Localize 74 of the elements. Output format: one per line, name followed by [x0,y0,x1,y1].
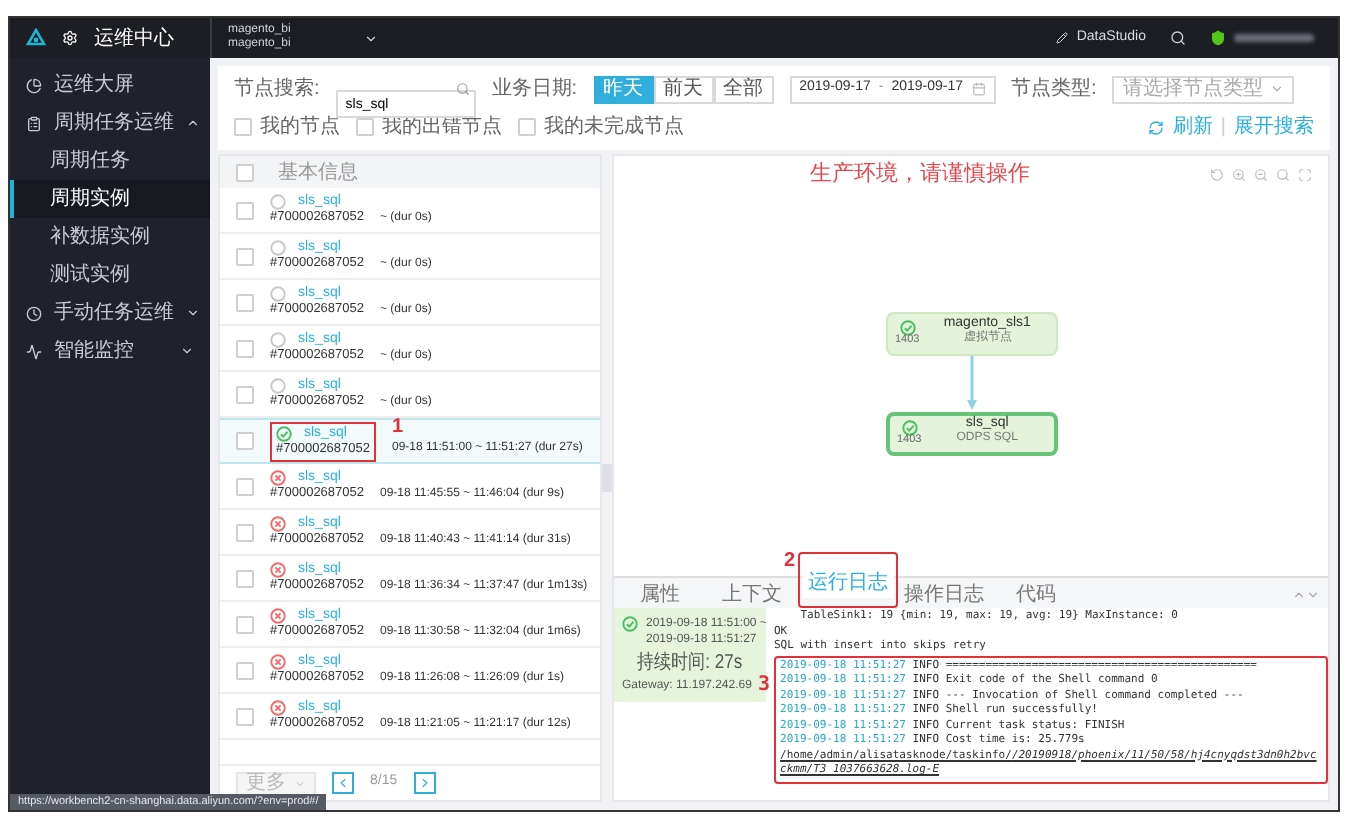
annotation-number: 2 [784,550,796,572]
date-option[interactable]: 全部 [713,75,774,103]
annotation-number: 3 [758,673,771,695]
sidebar-item[interactable]: 运维大屏 [10,66,210,104]
tab[interactable]: 属性 [614,582,706,608]
pencil-icon [1056,32,1069,44]
sidebar-subitem[interactable]: 补数据实例 [10,218,210,256]
tab[interactable]: 代码 [990,582,1082,608]
checkbox[interactable] [236,707,254,725]
checkbox[interactable] [236,615,254,633]
clipboard-icon [26,115,42,131]
chevron-down-icon[interactable] [1306,588,1320,602]
logo-icon [26,28,46,48]
checkbox[interactable] [236,293,254,311]
chevron-right-icon [417,776,432,790]
chevron-up-icon[interactable] [1292,588,1306,602]
clock-icon [26,305,42,321]
annotation-number: 1 [392,418,404,438]
checkbox[interactable] [236,432,254,450]
checkbox[interactable] [236,569,254,587]
sidebar-subitem[interactable]: 周期任务 [10,142,210,180]
previous-page-button[interactable] [332,772,354,794]
search-icon[interactable] [1170,30,1186,46]
tab[interactable]: 上下文 [706,582,798,608]
checkbox[interactable] [356,118,374,136]
date-option[interactable]: 前天 [653,75,714,103]
search-icon [455,82,470,96]
duration-text: 持续时间: 27s [635,652,738,674]
checkbox[interactable] [236,163,254,181]
chevron-down-icon [1270,82,1285,96]
field-label: 业务日期: [491,75,578,104]
chevron-down-icon [364,31,378,45]
reset-icon[interactable] [1210,167,1224,181]
field-label: 节点类型: [1011,75,1097,104]
splitter-handle[interactable] [602,464,612,492]
app-title: 运维中心 [94,25,174,53]
pie-chart-icon [26,77,42,93]
zoom-out-icon[interactable] [1254,167,1268,181]
checkbox[interactable] [236,201,254,219]
chevron-down-icon [294,777,306,789]
checkbox[interactable] [236,385,254,403]
warning-text: 生产环境，请谨慎操作 [808,159,1032,190]
shield-icon [1210,30,1226,46]
redacted-text [1234,34,1314,42]
checkbox[interactable] [236,247,254,265]
calendar-icon [971,82,986,96]
sidebar-subitem[interactable]: 测试实例 [10,256,210,294]
activity-icon [26,343,42,359]
chevron-down-icon [186,306,200,320]
sidebar-item[interactable]: 智能监控 [10,332,210,370]
fullscreen-icon[interactable] [1298,167,1312,181]
sidebar-subitem[interactable]: 周期实例 [10,180,210,218]
checkbox-label: 我的节点 [260,113,340,142]
field-label: 节点搜索: [234,75,320,104]
link-separator: | [1220,114,1226,142]
chevron-down-icon [180,344,194,358]
refresh-icon [1148,119,1165,135]
checkbox[interactable] [236,661,254,679]
next-page-button[interactable] [413,772,436,794]
settings-icon [62,30,78,46]
checkbox[interactable] [236,523,254,541]
chevron-up-icon [186,116,200,130]
checkbox-label: 我的未完成节点 [544,113,684,142]
checkbox[interactable] [236,477,254,495]
chevron-left-icon [336,776,350,790]
sidebar-item[interactable]: 手动任务运维 [10,294,210,332]
sidebar-item[interactable]: 周期任务运维 [10,104,210,142]
checkbox[interactable] [518,118,536,136]
column-header: 基本信息 [278,159,358,187]
checkbox[interactable] [234,118,252,136]
zoom-in-icon[interactable] [1232,167,1246,181]
edge-arrow [965,356,977,412]
checkbox[interactable] [236,339,254,357]
tab[interactable]: 操作日志 [898,582,990,608]
